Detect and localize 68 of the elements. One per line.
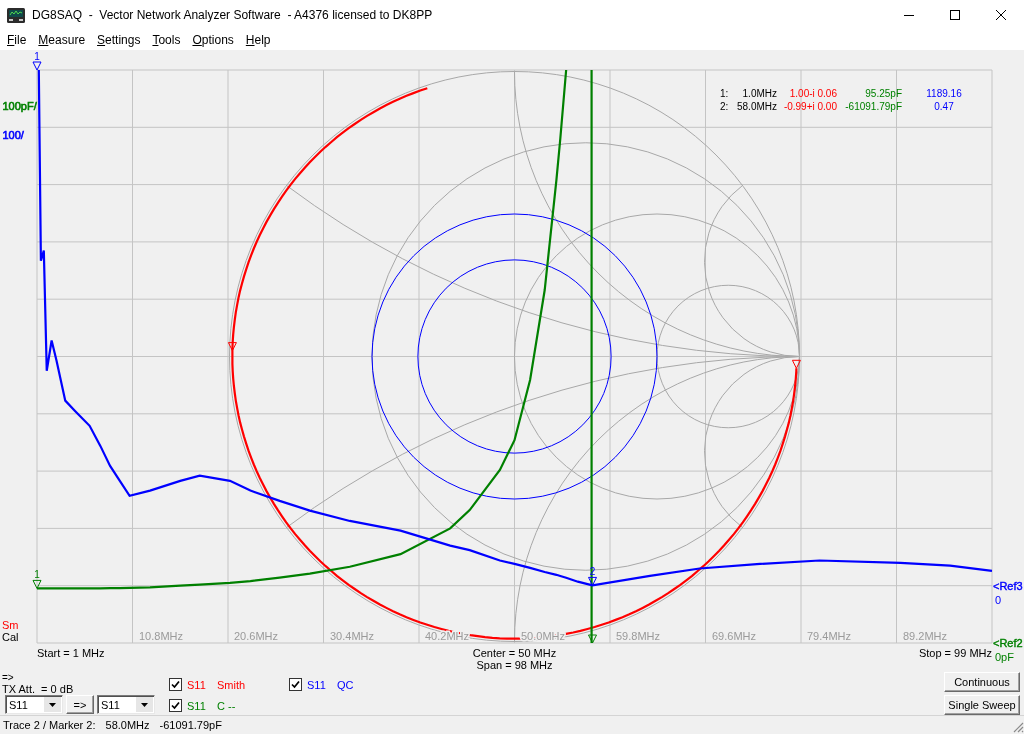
stop-label: Stop = 99 MHz bbox=[918, 647, 992, 659]
start-label: Start = 1 MHz bbox=[37, 647, 105, 659]
marker-icon bbox=[588, 634, 597, 644]
status-text: Cal bbox=[2, 631, 19, 643]
maximize-icon bbox=[950, 10, 960, 20]
tick-label: 69.6MHz bbox=[712, 630, 757, 642]
trace-name: Smith bbox=[217, 678, 246, 691]
status-text: -61091.79pF bbox=[159, 719, 222, 731]
readout-reflection: -0.99+i 0.00 bbox=[783, 101, 837, 112]
readout-frequency: 58.0MHz bbox=[737, 101, 777, 112]
status-text: 58.0MHz bbox=[105, 719, 150, 731]
trace-name: C -- bbox=[217, 699, 236, 712]
readout-capacitance: 95.25pF bbox=[865, 88, 902, 99]
checkbox[interactable] bbox=[169, 678, 182, 691]
tick-label: 30.4MHz bbox=[330, 630, 375, 642]
span-label: Span = 98 MHz bbox=[476, 659, 553, 671]
menu-item[interactable]: File bbox=[1, 31, 33, 49]
menu-item[interactable]: Options bbox=[186, 31, 240, 49]
sweep-button[interactable]: Continuous bbox=[944, 672, 1020, 692]
menu-item[interactable]: Tools bbox=[146, 31, 187, 49]
menu-item[interactable]: Help bbox=[239, 31, 277, 49]
arrow-label: => bbox=[2, 672, 15, 683]
checkbox[interactable] bbox=[289, 678, 302, 691]
resize-grip-icon bbox=[1013, 722, 1024, 733]
readout-capacitance: -61091.79pF bbox=[845, 101, 902, 112]
ref-label: <Ref3 bbox=[993, 580, 1023, 592]
copy-button[interactable]: => bbox=[66, 695, 94, 714]
marker-icon bbox=[32, 61, 42, 71]
tick-label: 10.8MHz bbox=[139, 630, 184, 642]
checkbox[interactable] bbox=[169, 699, 182, 712]
status-text: Trace 2 / Marker 2: bbox=[3, 719, 96, 731]
tick-label: 20.6MHz bbox=[234, 630, 279, 642]
readout-index: 1: bbox=[720, 88, 729, 99]
marker-label: 1 bbox=[34, 51, 40, 62]
readout-reflection: 1.00-i 0.06 bbox=[789, 88, 837, 99]
trace-name: QC bbox=[337, 678, 354, 691]
marker-icon bbox=[588, 576, 597, 586]
tick-label: 79.4MHz bbox=[807, 630, 852, 642]
readout-q: 0.47 bbox=[934, 101, 954, 112]
tick-label: 59.8MHz bbox=[616, 630, 661, 642]
combo-box[interactable]: S11 bbox=[5, 695, 63, 714]
combo-box[interactable]: S11 bbox=[97, 695, 155, 714]
close-icon bbox=[996, 10, 1006, 20]
sweep-button[interactable]: Single Sweep bbox=[944, 695, 1020, 715]
marker-label: 1 bbox=[34, 569, 40, 581]
trace-param: S11 bbox=[307, 678, 327, 691]
readout-index: 2: bbox=[720, 101, 729, 112]
marker-label: 2 bbox=[589, 566, 596, 578]
window-title: DG8SAQ - Vector Network Analyzer Software - A4376 licensed to DK8PP bbox=[32, 8, 433, 22]
ref-value: 0pF bbox=[995, 651, 1014, 663]
menu-item[interactable]: Settings bbox=[91, 31, 147, 49]
tick-label: 89.2MHz bbox=[903, 630, 948, 642]
ref-label: <Ref2 bbox=[993, 637, 1023, 649]
status-text: Sm bbox=[2, 619, 19, 631]
center-label: Center = 50 MHz bbox=[472, 647, 557, 659]
readout-q: 1189.16 bbox=[926, 88, 962, 99]
minimize-icon bbox=[904, 14, 914, 16]
trace-param: S11 bbox=[187, 699, 207, 712]
marker-icon bbox=[32, 579, 42, 589]
tick-label: 40.2MHz bbox=[425, 630, 470, 642]
ref-value: 0 bbox=[995, 594, 1002, 606]
readout-frequency: 1.0MHz bbox=[742, 88, 777, 99]
menu-item[interactable]: Measure bbox=[32, 31, 92, 49]
tx-attenuation-label: TX Att. = 0 dB bbox=[2, 683, 75, 695]
scale-label: 100/ bbox=[2, 129, 24, 141]
scale-label: 100pF/ bbox=[2, 100, 37, 112]
app-icon bbox=[7, 7, 25, 23]
trace-param: S11 bbox=[187, 678, 207, 691]
